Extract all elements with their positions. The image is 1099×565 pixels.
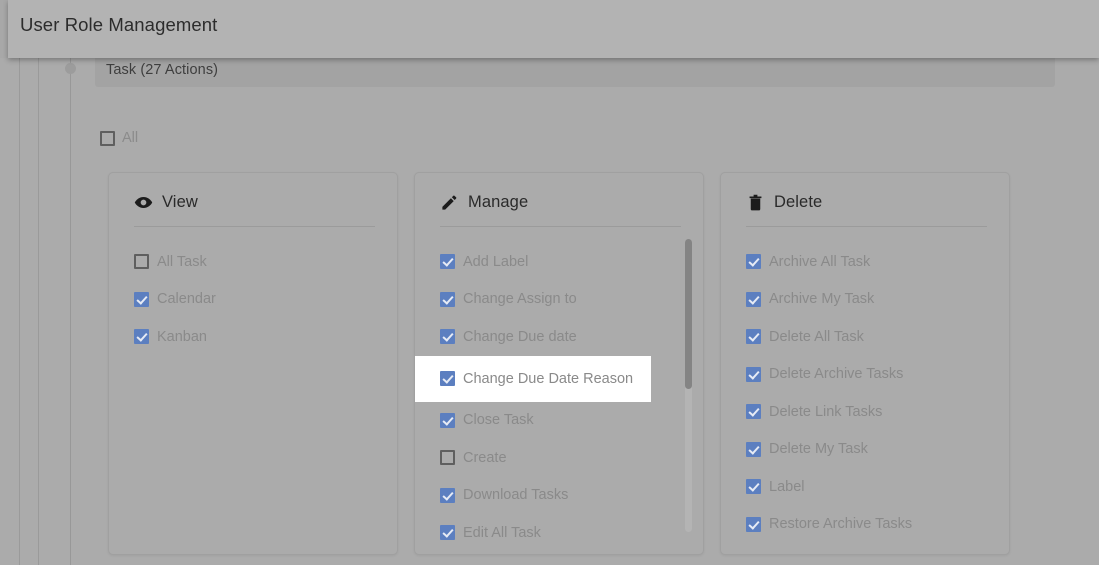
option-checkbox[interactable] bbox=[440, 329, 455, 345]
title-overlay-left-edge bbox=[0, 0, 8, 58]
option-checkbox[interactable] bbox=[440, 450, 455, 466]
option-checkbox[interactable] bbox=[440, 371, 455, 386]
option-label: Change Assign to bbox=[463, 291, 577, 308]
page-root: Task (27 Actions) All View All Task Calend… bbox=[0, 0, 1099, 565]
option-label: Delete Archive Tasks bbox=[769, 366, 904, 383]
option-label: Add Label bbox=[463, 253, 529, 270]
permission-card-manage: Manage Add Label Change Assign to Change Du… bbox=[414, 172, 704, 555]
card-title-view: View bbox=[162, 192, 198, 211]
option-label: Archive My Task bbox=[769, 291, 875, 308]
option-row[interactable]: Delete All Task bbox=[721, 318, 1009, 356]
option-checkbox[interactable] bbox=[746, 291, 761, 307]
permission-card-delete: Delete Archive All Task Archive My Task Del… bbox=[720, 172, 1010, 555]
option-checkbox[interactable] bbox=[746, 329, 761, 345]
option-row-highlighted[interactable]: Change Due Date Reason bbox=[415, 355, 651, 402]
option-label: Create bbox=[463, 449, 507, 466]
card-divider bbox=[134, 226, 375, 227]
option-list-manage: Add Label Change Assign to Change Due date… bbox=[415, 235, 703, 548]
tree-rail-2 bbox=[38, 58, 39, 565]
option-checkbox[interactable] bbox=[134, 254, 149, 270]
option-label: Change Due date bbox=[463, 328, 577, 345]
window-title: User Role Management bbox=[20, 14, 218, 35]
option-label: Calendar bbox=[157, 291, 216, 308]
option-row[interactable]: Archive My Task bbox=[721, 281, 1009, 319]
option-row[interactable]: Add Label bbox=[415, 243, 703, 281]
option-label: Close Task bbox=[463, 412, 534, 429]
tree-node-dot bbox=[65, 63, 76, 74]
option-label: Restore Archive Tasks bbox=[769, 516, 913, 533]
option-row[interactable]: Delete My Task bbox=[721, 431, 1009, 469]
option-row[interactable]: Close Task bbox=[415, 402, 703, 440]
option-label: Delete All Task bbox=[769, 328, 864, 345]
option-checkbox[interactable] bbox=[440, 487, 455, 503]
option-row[interactable]: Change Due date bbox=[415, 318, 703, 356]
option-checkbox[interactable] bbox=[746, 254, 761, 270]
option-checkbox[interactable] bbox=[746, 441, 761, 457]
tree-rail-1 bbox=[19, 58, 20, 565]
option-checkbox[interactable] bbox=[440, 254, 455, 270]
option-checkbox[interactable] bbox=[440, 525, 455, 541]
card-divider bbox=[440, 226, 681, 227]
option-checkbox[interactable] bbox=[134, 291, 149, 307]
option-row[interactable]: Create bbox=[415, 439, 703, 477]
select-all-label: All bbox=[122, 130, 139, 146]
pencil-icon bbox=[440, 193, 459, 212]
card-title-delete: Delete bbox=[774, 192, 823, 211]
card-title-manage: Manage bbox=[468, 192, 529, 211]
option-checkbox[interactable] bbox=[134, 329, 149, 345]
option-row[interactable]: Delete Link Tasks bbox=[721, 393, 1009, 431]
option-label: All Task bbox=[157, 253, 207, 270]
option-label: Label bbox=[769, 478, 805, 495]
option-row[interactable]: Edit All Task bbox=[415, 514, 703, 548]
permission-card-view: View All Task Calendar Kanban bbox=[108, 172, 398, 555]
option-row[interactable]: Download Tasks bbox=[415, 477, 703, 515]
card-header-delete: Delete bbox=[721, 173, 1009, 215]
option-checkbox[interactable] bbox=[440, 412, 455, 428]
card-header-view: View bbox=[109, 173, 397, 215]
vertical-scrollbar[interactable] bbox=[685, 239, 692, 532]
option-row[interactable]: Delete Archive Tasks bbox=[721, 356, 1009, 394]
tree-rail-3 bbox=[70, 58, 71, 565]
option-row[interactable]: Calendar bbox=[109, 281, 397, 319]
task-group-label: Task (27 Actions) bbox=[106, 62, 219, 78]
option-list-delete: Archive All Task Archive My Task Delete Al… bbox=[721, 235, 1009, 548]
task-group-header[interactable]: Task (27 Actions) bbox=[95, 56, 1055, 87]
option-checkbox[interactable] bbox=[746, 366, 761, 382]
option-row[interactable]: Kanban bbox=[109, 318, 397, 356]
option-row[interactable]: Change Assign to bbox=[415, 281, 703, 319]
option-label: Edit All Task bbox=[463, 524, 541, 541]
card-header-manage: Manage bbox=[415, 173, 703, 215]
option-row[interactable]: Label bbox=[721, 468, 1009, 506]
select-all-checkbox[interactable] bbox=[100, 130, 115, 146]
option-label: Change Due Date Reason bbox=[463, 370, 634, 387]
option-checkbox[interactable] bbox=[440, 291, 455, 307]
select-all-row[interactable]: All bbox=[100, 130, 138, 146]
option-checkbox[interactable] bbox=[746, 516, 761, 532]
option-label: Delete Link Tasks bbox=[769, 403, 883, 420]
scrollbar-thumb[interactable] bbox=[685, 239, 692, 389]
option-checkbox[interactable] bbox=[746, 404, 761, 420]
option-list-view: All Task Calendar Kanban bbox=[109, 235, 397, 548]
option-row[interactable]: Restore Archive Tasks bbox=[721, 506, 1009, 544]
option-label: Delete My Task bbox=[769, 441, 868, 458]
card-divider bbox=[746, 226, 987, 227]
option-row[interactable]: Archive All Task bbox=[721, 243, 1009, 281]
trash-icon bbox=[746, 193, 765, 212]
option-label: Download Tasks bbox=[463, 487, 569, 504]
option-label: Kanban bbox=[157, 328, 207, 345]
eye-icon bbox=[134, 193, 153, 212]
option-row[interactable]: All Task bbox=[109, 243, 397, 281]
option-checkbox[interactable] bbox=[746, 479, 761, 495]
option-label: Archive All Task bbox=[769, 253, 871, 270]
window-title-bar: User Role Management bbox=[8, 0, 1099, 58]
permission-cards: View All Task Calendar Kanban Manage Add Labe… bbox=[108, 172, 1010, 555]
